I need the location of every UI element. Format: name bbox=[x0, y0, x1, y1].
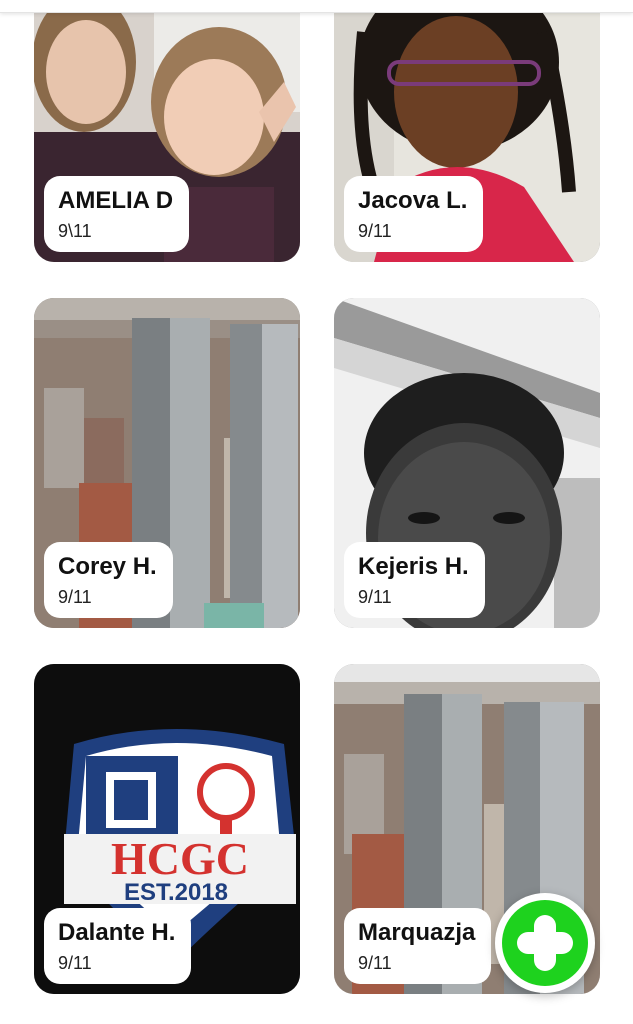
post-date: 9/11 bbox=[58, 587, 92, 608]
card-label: AMELIA D 9\11 bbox=[44, 175, 190, 252]
card-label: Kejeris H. 9/11 bbox=[344, 541, 485, 618]
card-label: Marquazja 9/11 bbox=[344, 907, 492, 984]
card-label: Jacova L. 9/11 bbox=[344, 175, 484, 252]
post-date: 9/11 bbox=[58, 953, 92, 974]
post-date: 9/11 bbox=[358, 221, 392, 242]
add-post-button[interactable] bbox=[495, 893, 595, 993]
card-label: Dalante H. 9/11 bbox=[44, 907, 192, 984]
card-label: Corey H. 9/11 bbox=[44, 541, 173, 618]
patch-text: HCGC bbox=[111, 833, 249, 884]
plus-icon bbox=[517, 915, 573, 971]
card-kejeris[interactable]: Kejeris H. 9/11 bbox=[334, 298, 600, 628]
post-date: 9/11 bbox=[358, 953, 392, 974]
card-jacova[interactable]: Jacova L. 9/11 bbox=[334, 0, 600, 262]
card-corey[interactable]: Corey H. 9/11 bbox=[34, 298, 300, 628]
student-name: Kejeris H. bbox=[358, 552, 469, 580]
post-date: 9\11 bbox=[58, 221, 92, 242]
student-name: Marquazja bbox=[358, 918, 476, 946]
card-dalante[interactable]: HCGC EST.2018 Dalante H. 9/11 bbox=[34, 664, 300, 994]
student-name: Corey H. bbox=[58, 552, 157, 580]
student-name: AMELIA D bbox=[58, 186, 174, 214]
student-name: Dalante H. bbox=[58, 918, 176, 946]
patch-est: EST.2018 bbox=[124, 879, 228, 906]
top-bar bbox=[0, 0, 633, 13]
card-amelia[interactable]: AMELIA D 9\11 bbox=[34, 0, 300, 262]
card-grid: AMELIA D 9\11 Jacova L. 9/11 Corey H. 9/… bbox=[0, 0, 633, 1024]
post-date: 9/11 bbox=[358, 587, 392, 608]
student-name: Jacova L. bbox=[358, 186, 468, 214]
